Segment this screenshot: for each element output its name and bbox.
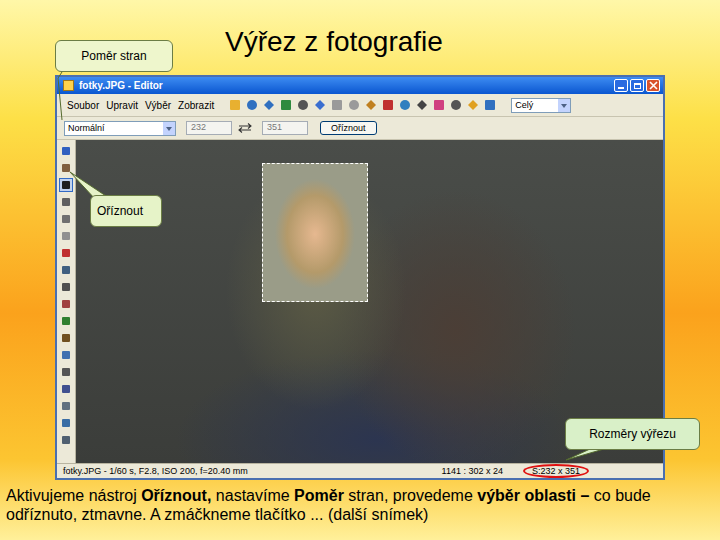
tool-icon[interactable] xyxy=(59,365,73,379)
tool-icon[interactable] xyxy=(59,212,73,226)
toolbar-button-icon[interactable] xyxy=(364,98,378,112)
toolbar-button-icon[interactable] xyxy=(330,98,344,112)
crop-button[interactable]: Oříznout xyxy=(320,121,377,135)
status-position: 1141 : 302 x 24 xyxy=(442,466,503,476)
toolbar-button-icon[interactable] xyxy=(296,98,310,112)
ratio-dropdown[interactable]: Normální xyxy=(64,121,176,136)
tool-icon[interactable] xyxy=(59,246,73,260)
editor-main xyxy=(57,140,663,463)
tool-icon[interactable] xyxy=(59,314,73,328)
menu-bar: Soubor Upravit Výběr Zobrazit xyxy=(67,100,214,111)
width-field[interactable]: 232 xyxy=(186,121,232,135)
toolbar-button-icon[interactable] xyxy=(398,98,412,112)
dropdown-arrow-icon xyxy=(558,99,570,112)
caption-segment: Poměr xyxy=(294,487,344,504)
toolbar-icons xyxy=(228,98,497,112)
minimize-icon[interactable] xyxy=(614,79,628,92)
toolbar-button-icon[interactable] xyxy=(483,98,497,112)
ratio-callout: Poměr stran xyxy=(55,40,173,72)
tool-icon[interactable] xyxy=(59,195,73,209)
toolbar-button-icon[interactable] xyxy=(466,98,480,112)
menu-item[interactable]: Upravit xyxy=(106,100,138,111)
status-info: fotky.JPG - 1/60 s, F2.8, ISO 200, f=20.… xyxy=(63,466,442,476)
slide-header: Poměr stran Výřez z fotografie xyxy=(0,0,720,75)
toolbar-button-icon[interactable] xyxy=(432,98,446,112)
tool-icon[interactable] xyxy=(59,331,73,345)
dropdown-arrow-icon xyxy=(163,122,175,135)
height-field[interactable]: 351 xyxy=(262,121,308,135)
toolbar-button-icon[interactable] xyxy=(449,98,463,112)
toolbar-button-icon[interactable] xyxy=(347,98,361,112)
toolbar-button-icon[interactable] xyxy=(415,98,429,112)
menu-item[interactable]: Výběr xyxy=(145,100,171,111)
toolbar-button-icon[interactable] xyxy=(279,98,293,112)
size-callout: Rozměry výřezu xyxy=(565,418,700,450)
menu-item[interactable]: Soubor xyxy=(67,100,99,111)
crop-callout: Oříznout xyxy=(90,195,162,227)
toolbar-button-icon[interactable] xyxy=(245,98,259,112)
title-bar: fotky.JPG - Editor xyxy=(57,77,663,94)
tool-icon[interactable] xyxy=(59,178,73,192)
tool-icon[interactable] xyxy=(59,263,73,277)
main-toolbar: Soubor Upravit Výběr Zobrazit Celý xyxy=(57,94,663,117)
caption-segment: výběr oblasti – xyxy=(477,487,589,504)
caption-segment: stran, provedeme xyxy=(344,487,477,504)
status-bar: fotky.JPG - 1/60 s, F2.8, ISO 200, f=20.… xyxy=(57,463,663,478)
menu-item[interactable]: Zobrazit xyxy=(178,100,214,111)
toolbar-button-icon[interactable] xyxy=(313,98,327,112)
slide-title: Výřez z fotografie xyxy=(225,26,443,58)
tool-icon[interactable] xyxy=(59,161,73,175)
tool-icon[interactable] xyxy=(59,144,73,158)
tool-icon[interactable] xyxy=(59,280,73,294)
toolbar-button-icon[interactable] xyxy=(381,98,395,112)
toolbar-button-icon[interactable] xyxy=(262,98,276,112)
maximize-icon[interactable] xyxy=(630,79,644,92)
caption-segment: nastavíme xyxy=(211,487,294,504)
photo xyxy=(76,140,663,463)
tool-icon[interactable] xyxy=(59,433,73,447)
caption-segment: Aktivujeme nástroj xyxy=(6,487,141,504)
crop-toolbar: Normální 232 351 Oříznout xyxy=(57,117,663,140)
tool-icon[interactable] xyxy=(59,399,73,413)
toolbar-button-icon[interactable] xyxy=(228,98,242,112)
window-controls xyxy=(614,79,660,92)
tool-strip xyxy=(57,140,76,463)
swap-icon[interactable] xyxy=(238,123,252,133)
caption: Aktivujeme nástroj Oříznout, nastavíme P… xyxy=(6,486,714,524)
crop-selection[interactable] xyxy=(262,163,368,302)
app-icon xyxy=(63,80,74,91)
callout-pointers xyxy=(0,0,720,540)
close-icon[interactable] xyxy=(646,79,660,92)
caption-segment: Oříznout, xyxy=(141,487,211,504)
tool-icon[interactable] xyxy=(59,297,73,311)
tool-icon[interactable] xyxy=(59,416,73,430)
tool-icon[interactable] xyxy=(59,348,73,362)
window-title: fotky.JPG - Editor xyxy=(79,80,609,91)
tool-icon[interactable] xyxy=(59,229,73,243)
slide: Poměr stran Výřez z fotografie fotky.JPG -… xyxy=(0,0,720,540)
tool-icon[interactable] xyxy=(59,382,73,396)
view-dropdown[interactable]: Celý xyxy=(511,98,571,113)
status-selection: S:232 x 351 xyxy=(525,466,587,476)
